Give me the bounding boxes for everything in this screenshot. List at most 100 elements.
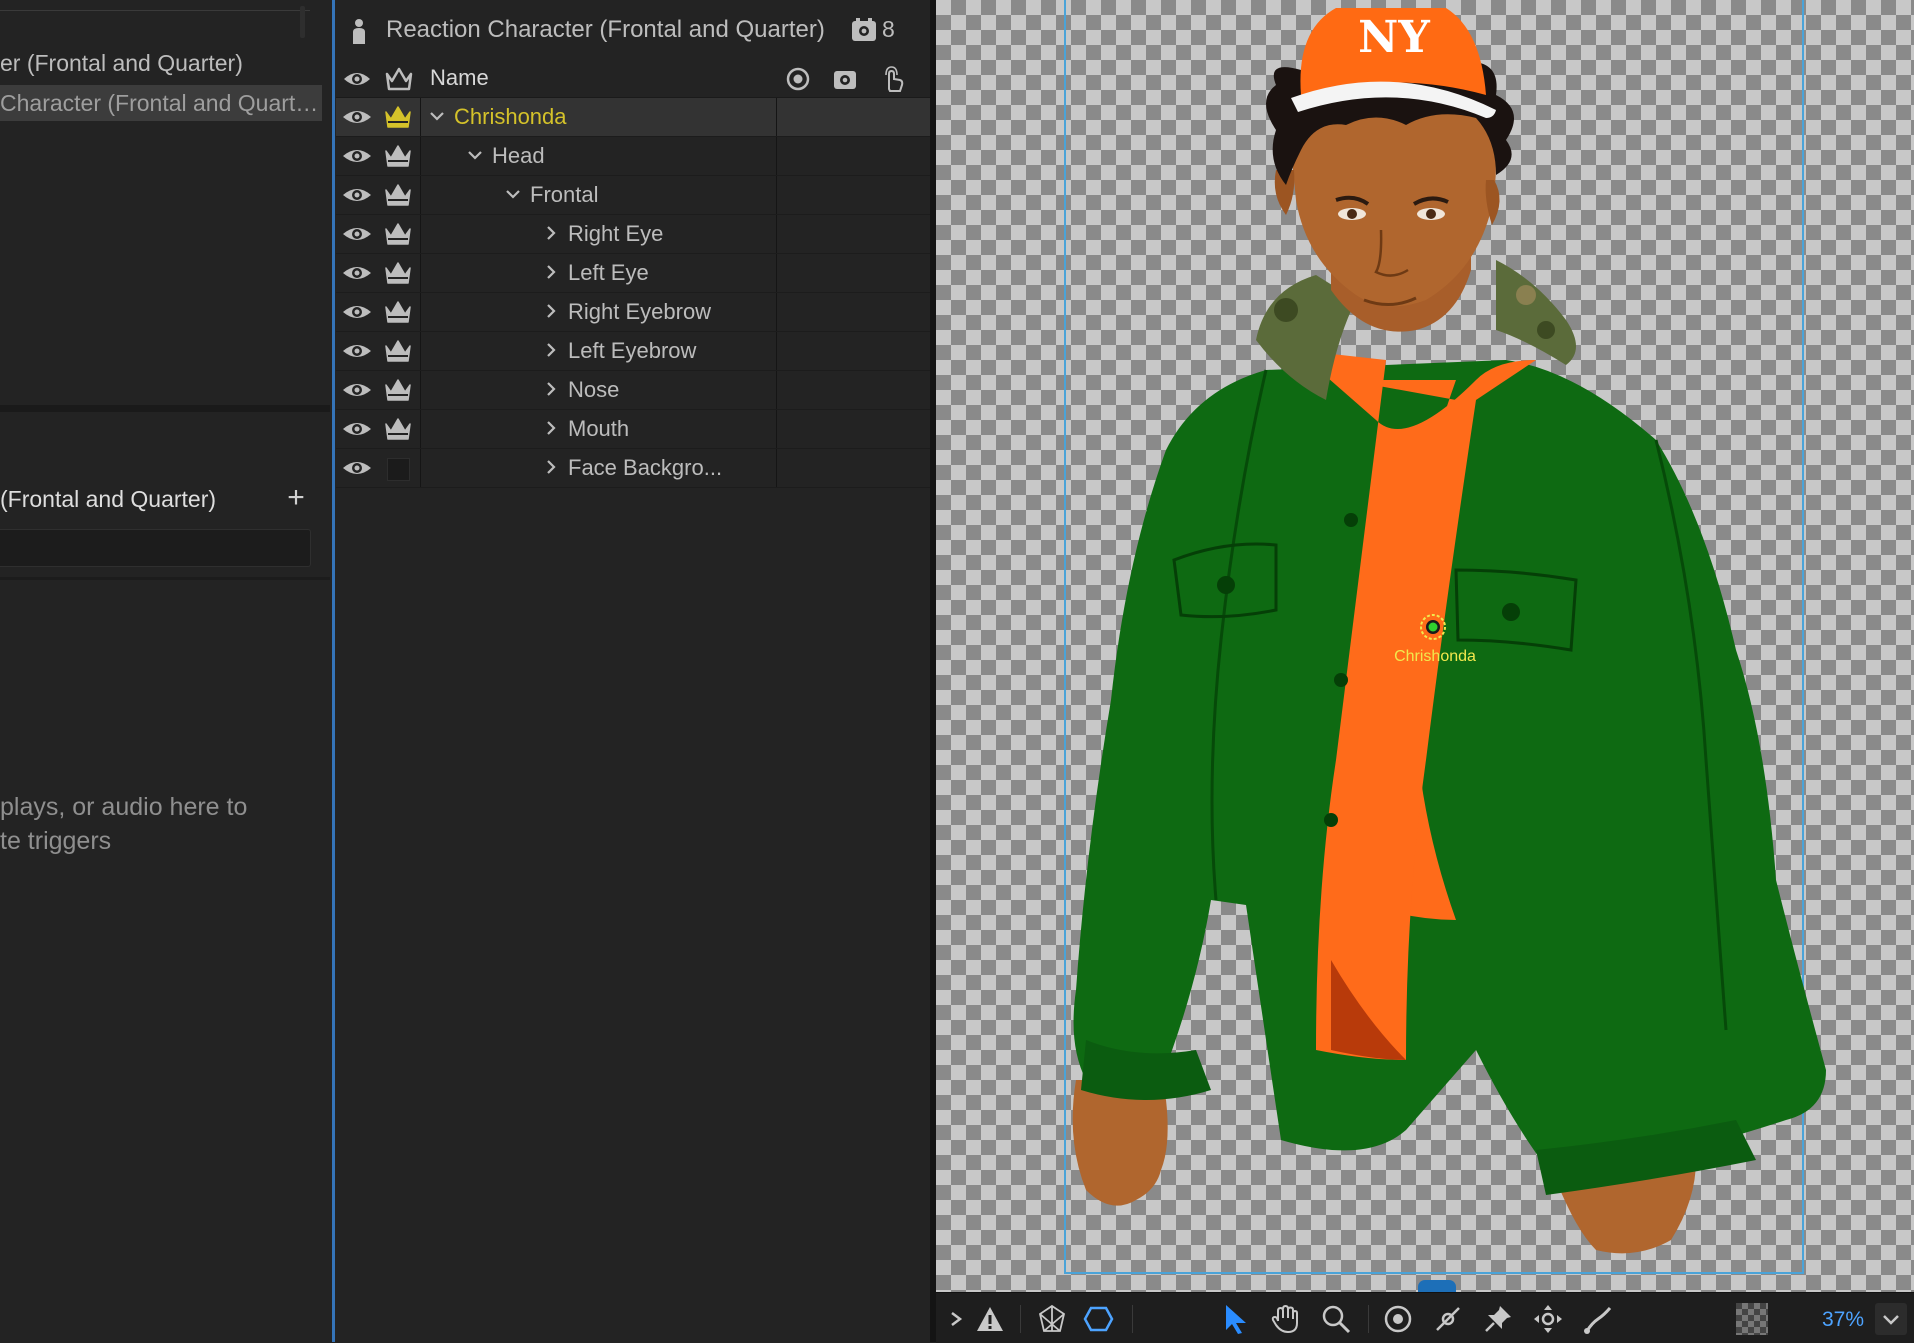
triggers-puppet-title: (Frontal and Quarter): [0, 486, 217, 512]
column-divider: [420, 137, 421, 175]
visibility-eye-icon[interactable]: [342, 64, 372, 94]
vertical-scrollbar[interactable]: [300, 6, 305, 38]
origin-column-icon[interactable]: [783, 64, 813, 94]
column-divider: [776, 137, 777, 175]
visibility-eye-icon[interactable]: [342, 262, 372, 284]
puppet-panel: er (Frontal and Quarter) Character (Fron…: [0, 0, 330, 1342]
visibility-eye-icon[interactable]: [342, 418, 372, 440]
layer-name: Face Backgro...: [568, 455, 723, 480]
select-arrow-icon[interactable]: [1220, 1303, 1252, 1335]
chevron-right-icon[interactable]: [542, 341, 560, 359]
chevron-right-icon[interactable]: [542, 380, 560, 398]
puppet-layers-panel: Reaction Character (Frontal and Quarter)…: [336, 0, 932, 1342]
layer-row[interactable]: Face Backgro...: [336, 449, 932, 488]
origin-handle-label: Chrishonda: [1394, 648, 1476, 665]
puppet-list-item-selected[interactable]: Character (Frontal and Quart…: [0, 85, 322, 121]
layer-row[interactable]: Mouth: [336, 410, 932, 449]
layer-row[interactable]: Left Eyebrow: [336, 332, 932, 371]
layer-row[interactable]: Nose: [336, 371, 932, 410]
visibility-eye-icon[interactable]: [342, 145, 372, 167]
layer-row[interactable]: Left Eye: [336, 254, 932, 293]
puppet-person-icon: [353, 19, 365, 44]
chevron-right-icon[interactable]: [542, 419, 560, 437]
chevron-down-icon[interactable]: [428, 107, 446, 125]
layer-row[interactable]: Head: [336, 137, 932, 176]
independent-crown-icon[interactable]: [384, 260, 412, 286]
visibility-eye-icon[interactable]: [342, 457, 372, 479]
column-divider: [420, 410, 421, 448]
chevron-right-icon[interactable]: [542, 224, 560, 242]
layer-count-icon: [852, 18, 876, 41]
character-illustration: NY: [1072, 8, 1826, 1254]
zoom-dropdown[interactable]: [1875, 1303, 1907, 1335]
add-trigger-button[interactable]: +: [282, 483, 310, 513]
independent-crown-icon[interactable]: [384, 104, 412, 130]
toolbar-separator: [1368, 1305, 1369, 1333]
chevron-right-icon[interactable]: [542, 263, 560, 281]
outline-icon[interactable]: [1082, 1303, 1114, 1335]
visibility-eye-icon[interactable]: [342, 340, 372, 362]
layer-row[interactable]: Frontal: [336, 176, 932, 215]
chevron-down-icon[interactable]: [466, 146, 484, 164]
independent-crown-icon[interactable]: [384, 377, 412, 403]
independent-toggle-empty[interactable]: [387, 458, 410, 481]
column-divider: [420, 371, 421, 409]
column-divider: [776, 332, 777, 370]
scene-toolbar: 37%: [936, 1292, 1914, 1343]
column-divider: [776, 449, 777, 487]
independent-crown-icon[interactable]: [384, 143, 412, 169]
pin-icon[interactable]: [1482, 1303, 1514, 1335]
layer-name: Right Eye: [568, 221, 664, 246]
independent-crown-icon[interactable]: [384, 221, 412, 247]
warning-icon[interactable]: [974, 1303, 1006, 1335]
zoom-level[interactable]: 37%: [1822, 1308, 1864, 1332]
layer-name: Right Eyebrow: [568, 299, 712, 324]
column-divider: [420, 176, 421, 214]
name-column-header[interactable]: Name: [430, 65, 489, 91]
chevron-down-icon: [1883, 1315, 1899, 1325]
layer-row[interactable]: Chrishonda: [336, 98, 932, 137]
camera-column-icon[interactable]: [830, 64, 860, 94]
column-divider: [776, 410, 777, 448]
layer-name: Chrishonda: [454, 104, 567, 129]
visibility-eye-icon[interactable]: [342, 379, 372, 401]
layer-name: Head: [492, 143, 545, 168]
independent-crown-icon[interactable]: [384, 182, 412, 208]
touch-hand-icon[interactable]: [877, 64, 907, 94]
zoom-icon[interactable]: [1320, 1303, 1352, 1335]
toolbar-separator: [1132, 1305, 1133, 1333]
chevron-right-icon[interactable]: [542, 458, 560, 476]
layer-row[interactable]: Right Eyebrow: [336, 293, 932, 332]
horizontal-scrollbar[interactable]: [0, 0, 310, 11]
column-divider: [420, 215, 421, 253]
panel-divider[interactable]: [0, 405, 330, 412]
visibility-eye-icon[interactable]: [342, 106, 372, 128]
mesh-icon[interactable]: [1036, 1303, 1068, 1335]
panel-divider: [0, 577, 330, 580]
origin-handle-icon[interactable]: [1418, 612, 1448, 642]
expand-chevron-icon[interactable]: [946, 1303, 966, 1335]
transparency-grid-icon[interactable]: [1736, 1303, 1768, 1335]
independent-crown-icon[interactable]: [384, 416, 412, 442]
visibility-eye-icon[interactable]: [342, 223, 372, 245]
origin-icon[interactable]: [1382, 1303, 1414, 1335]
scene-canvas[interactable]: NY: [936, 0, 1914, 1292]
independent-crown-icon[interactable]: [384, 338, 412, 364]
visibility-eye-icon[interactable]: [342, 301, 372, 323]
handle-icon[interactable]: [1432, 1303, 1464, 1335]
layer-row[interactable]: Right Eye: [336, 215, 932, 254]
independent-crown-icon[interactable]: [384, 64, 414, 94]
column-divider: [776, 371, 777, 409]
stick-icon[interactable]: [1582, 1303, 1614, 1335]
dragger-icon[interactable]: [1532, 1303, 1564, 1335]
chevron-right-icon[interactable]: [542, 302, 560, 320]
hand-icon[interactable]: [1270, 1303, 1302, 1335]
column-divider: [776, 215, 777, 253]
trigger-search-input[interactable]: [0, 529, 311, 567]
layers-column-header: Name: [336, 60, 932, 98]
independent-crown-icon[interactable]: [384, 299, 412, 325]
chevron-down-icon[interactable]: [504, 185, 522, 203]
artboard-resize-handle[interactable]: [1418, 1280, 1456, 1292]
visibility-eye-icon[interactable]: [342, 184, 372, 206]
puppet-list-item[interactable]: er (Frontal and Quarter): [0, 45, 320, 81]
